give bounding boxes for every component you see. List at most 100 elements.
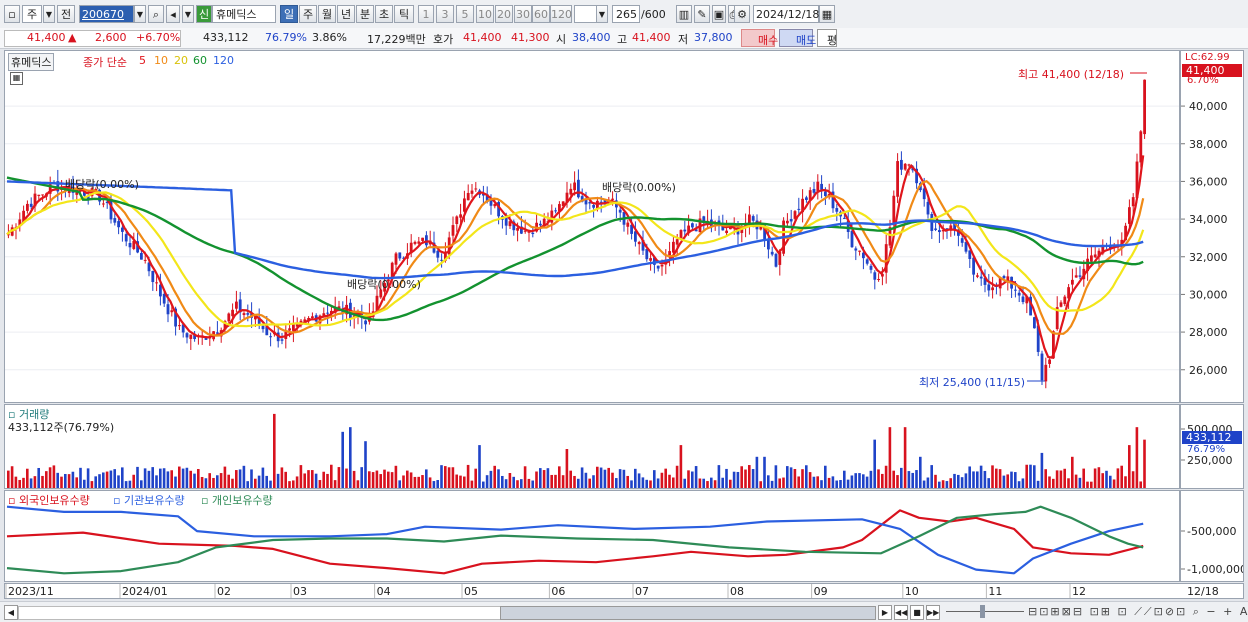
search-icon[interactable]: ⌕: [148, 5, 164, 23]
volume-bar: [884, 465, 888, 488]
stock-legend-box[interactable]: 휴메딕스: [8, 53, 55, 71]
volume-bar: [694, 466, 698, 488]
volume-bar: [330, 464, 333, 488]
volume-bar: [983, 470, 987, 488]
scroll-right-icon[interactable]: ▶: [878, 605, 892, 620]
volume-bar: [189, 470, 192, 488]
timeframe-second[interactable]: 초: [375, 5, 393, 23]
sell-button[interactable]: 매도: [779, 29, 816, 47]
date-tick-label: 03: [293, 585, 307, 598]
volume-bar: [630, 480, 633, 488]
stop-icon[interactable]: ■: [910, 605, 924, 620]
zoom-slider-handle[interactable]: [980, 605, 985, 618]
candle-body: [288, 328, 291, 331]
price-chart-area[interactable]: 휴메딕스 종가 단순 5 10 20 60 120 ▦ 최고 41,400 (1…: [4, 50, 1180, 403]
scroll-thumb[interactable]: [500, 606, 876, 620]
date-input[interactable]: 2024/12/18: [753, 5, 819, 23]
volume-bar: [808, 472, 812, 488]
volume-chart-area[interactable]: ▫ 거래량 433,112주(76.79%): [4, 404, 1180, 489]
interval-1[interactable]: 1: [418, 5, 434, 23]
volume-bar: [668, 474, 671, 488]
volume-bar: [459, 475, 462, 488]
candle-body: [398, 252, 402, 259]
count-input[interactable]: 265: [612, 5, 640, 23]
volume-bar: [1086, 481, 1089, 488]
speaker-dropdown-icon[interactable]: ▼: [182, 5, 194, 23]
interval-20[interactable]: 20: [495, 5, 513, 23]
interval-120[interactable]: 120: [550, 5, 572, 23]
volume-bar: [896, 475, 899, 488]
volume-bar: [463, 476, 466, 488]
timeframe-minute[interactable]: 분: [356, 5, 374, 23]
volume-bar: [197, 469, 200, 488]
timeframe-week[interactable]: 주: [299, 5, 317, 23]
tools-icon[interactable]: ✎: [694, 5, 710, 23]
code-dropdown-icon[interactable]: ▼: [134, 5, 146, 23]
speaker-icon[interactable]: ◂: [166, 5, 180, 23]
zoom-slider-track[interactable]: [946, 611, 1024, 612]
timeframe-year-label: 년: [340, 8, 352, 21]
buy-button[interactable]: 매수: [741, 29, 778, 47]
prev-button[interactable]: 전: [57, 5, 75, 23]
volume-bar: [124, 481, 128, 488]
candle-type-icon[interactable]: ▥: [676, 5, 692, 23]
rewind-icon[interactable]: ◀◀: [894, 605, 908, 620]
window-menu-icon[interactable]: ▫: [4, 5, 20, 23]
period-select[interactable]: 주: [22, 5, 42, 23]
fast-forward-icon[interactable]: ▶▶: [926, 605, 940, 620]
candle-body: [770, 251, 774, 255]
eval-button[interactable]: 평: [817, 29, 837, 47]
interval-dropdown-icon[interactable]: ▼: [596, 5, 608, 23]
candle-body: [474, 188, 478, 190]
gear-icon[interactable]: ⚙: [734, 5, 750, 23]
volume-bar: [592, 475, 595, 488]
stock-code-input[interactable]: 200670: [79, 5, 134, 23]
calendar-icon[interactable]: ▦: [819, 5, 835, 23]
timeframe-year[interactable]: 년: [337, 5, 355, 23]
candle-body: [569, 188, 573, 195]
timeframe-tick[interactable]: 틱: [394, 5, 414, 23]
candle-body: [326, 312, 329, 314]
candle-body: [162, 293, 166, 304]
volume-bar: [634, 468, 637, 488]
interval-5[interactable]: 5: [456, 5, 474, 23]
stock-name-field[interactable]: 휴메딕스: [212, 5, 276, 23]
max-price-label: 최고 41,400 (12/18): [1018, 68, 1125, 81]
timeframe-month[interactable]: 월: [318, 5, 336, 23]
date-tick-label: 02: [217, 585, 231, 598]
volume-bar: [383, 469, 386, 488]
min-price-label: 최저 25,400 (11/15): [919, 376, 1026, 389]
volume-bar: [409, 472, 413, 488]
volume-bar: [238, 469, 242, 488]
volume-bar: [478, 445, 481, 488]
volume-bar: [375, 470, 379, 488]
volume-bar: [489, 470, 493, 488]
candle-body: [645, 249, 649, 260]
holding-line-foreign: [6, 509, 1144, 575]
volume-bar: [877, 469, 880, 488]
candle-body: [269, 336, 272, 338]
save-icon[interactable]: ▣: [712, 5, 726, 23]
volume-bar: [599, 467, 603, 488]
chevron-down-icon[interactable]: ▼: [43, 5, 55, 23]
interval-30[interactable]: 30: [514, 5, 532, 23]
chart-tool-icons[interactable]: ⊟⊡⊞⊠⊟ ⊡⊞ ⊡ ⟋⟋⊡⊘⊡ ⌕ − + A: [1028, 605, 1248, 619]
volume-bar: [398, 480, 401, 488]
interval-3[interactable]: 3: [436, 5, 454, 23]
volume-bar: [219, 473, 223, 488]
timeframe-day[interactable]: 일: [280, 5, 298, 23]
interval-10[interactable]: 10: [476, 5, 494, 23]
candle-body: [227, 313, 231, 322]
volume-bar: [170, 470, 173, 488]
scroll-left-icon[interactable]: ◀: [4, 605, 18, 620]
volume-bar: [949, 478, 952, 488]
volume-bar: [444, 466, 447, 488]
volume-bar: [311, 470, 314, 488]
volume-bar: [345, 468, 348, 488]
price-tick-label: 34,000: [1189, 213, 1228, 226]
calculator-icon[interactable]: ▦: [10, 72, 23, 85]
interval-60[interactable]: 60: [532, 5, 550, 23]
candle-body: [143, 259, 147, 261]
candle-body: [1040, 353, 1044, 381]
holding-chart-area[interactable]: ▫ 외국인보유수량 ▫ 기관보유수량 ▫ 개인보유수량: [4, 490, 1180, 582]
